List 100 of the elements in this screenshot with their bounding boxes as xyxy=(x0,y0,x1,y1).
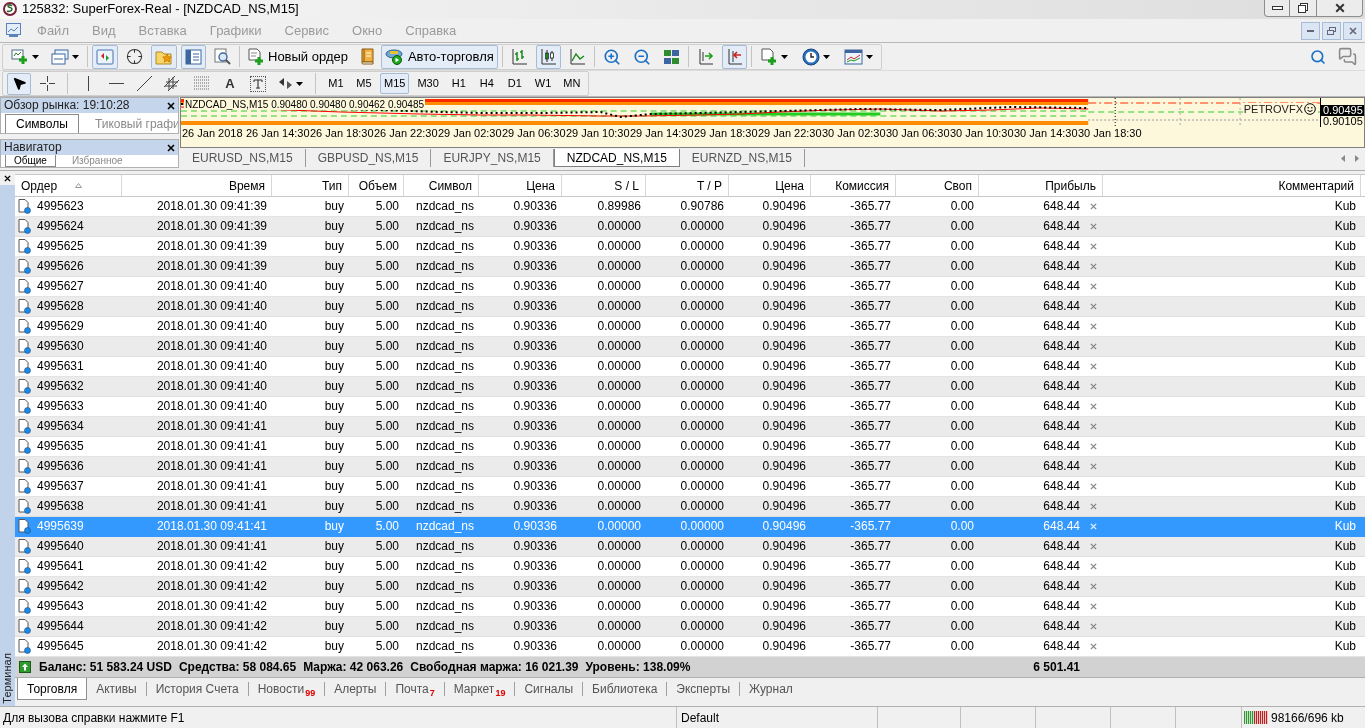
column-header[interactable]: Объем xyxy=(349,175,404,196)
table-row[interactable]: 4995629 2018.01.30 09:41:40 buy 5.00 nzdcad_ns 0.90336 0.00000 0.00000 0.90496 -365.77 0.00 648.44 Kub xyxy=(15,317,1365,337)
terminal-tab[interactable]: Торговля xyxy=(17,678,88,700)
close-order-button[interactable] xyxy=(1090,463,1097,470)
chart-tab[interactable]: GBPUSD_NS,M15 xyxy=(305,149,432,167)
scroll-left-button[interactable] xyxy=(1341,154,1345,162)
column-header[interactable]: Комиссия xyxy=(811,175,896,196)
close-order-button[interactable] xyxy=(1090,603,1097,610)
table-row[interactable]: 4995642 2018.01.30 09:41:42 buy 5.00 nzdcad_ns 0.90336 0.00000 0.00000 0.90496 -365.77 0.00 648.44 Kub xyxy=(15,577,1365,597)
timeframe-button[interactable]: H1 xyxy=(446,73,471,94)
table-row[interactable]: 4995630 2018.01.30 09:41:40 buy 5.00 nzdcad_ns 0.90336 0.00000 0.00000 0.90496 -365.77 0.00 648.44 Kub xyxy=(15,337,1365,357)
terminal-tab[interactable]: История Счета xyxy=(146,678,248,700)
timeframe-button[interactable]: MN xyxy=(559,73,585,94)
chart-tab[interactable]: EURNZD_NS,M15 xyxy=(679,149,805,167)
table-row[interactable]: 4995635 2018.01.30 09:41:41 buy 5.00 nzdcad_ns 0.90336 0.00000 0.00000 0.90496 -365.77 0.00 648.44 Kub xyxy=(15,437,1365,457)
terminal-tab[interactable]: Алерты xyxy=(325,678,386,700)
close-order-button[interactable] xyxy=(1090,263,1097,270)
column-header[interactable]: T / P xyxy=(646,175,729,196)
table-row[interactable]: 4995640 2018.01.30 09:41:41 buy 5.00 nzdcad_ns 0.90336 0.00000 0.00000 0.90496 -365.77 0.00 648.44 Kub xyxy=(15,537,1365,557)
column-header[interactable]: Своп xyxy=(896,175,979,196)
column-header[interactable]: Цена xyxy=(479,175,562,196)
search-button[interactable] xyxy=(1310,48,1326,65)
close-order-button[interactable] xyxy=(1090,363,1097,370)
table-row[interactable]: 4995643 2018.01.30 09:41:42 buy 5.00 nzdcad_ns 0.90336 0.00000 0.00000 0.90496 -365.77 0.00 648.44 Kub xyxy=(15,597,1365,617)
close-button[interactable] xyxy=(167,143,175,152)
timeframe-button[interactable]: M15 xyxy=(380,73,410,94)
table-row[interactable]: 4995627 2018.01.30 09:41:40 buy 5.00 nzdcad_ns 0.90336 0.00000 0.00000 0.90496 -365.77 0.00 648.44 Kub xyxy=(15,277,1365,297)
minimize-button[interactable] xyxy=(1264,0,1290,17)
table-row[interactable]: 4995644 2018.01.30 09:41:42 buy 5.00 nzdcad_ns 0.90336 0.00000 0.00000 0.90496 -365.77 0.00 648.44 Kub xyxy=(15,617,1365,637)
panel-tab[interactable]: Тиковый графи xyxy=(84,114,178,133)
table-row[interactable]: 4995632 2018.01.30 09:41:40 buy 5.00 nzdcad_ns 0.90336 0.00000 0.00000 0.90496 -365.77 0.00 648.44 Kub xyxy=(15,377,1365,397)
child-minimize-button[interactable] xyxy=(1301,21,1320,40)
close-order-button[interactable] xyxy=(1090,483,1097,490)
panel-toggle-button[interactable] xyxy=(151,44,177,69)
timeframe-button[interactable]: D1 xyxy=(502,73,527,94)
close-order-button[interactable] xyxy=(1090,503,1097,510)
chart-tab[interactable]: EURJPY_NS,M15 xyxy=(431,149,554,167)
close-button[interactable] xyxy=(167,101,175,110)
terminal-tab[interactable]: Активы xyxy=(87,678,146,700)
table-row[interactable]: 4995634 2018.01.30 09:41:41 buy 5.00 nzdcad_ns 0.90336 0.00000 0.00000 0.90496 -365.77 0.00 648.44 Kub xyxy=(15,417,1365,437)
panel-toggle-button[interactable] xyxy=(181,44,206,69)
table-row[interactable]: 4995641 2018.01.30 09:41:42 buy 5.00 nzdcad_ns 0.90336 0.00000 0.00000 0.90496 -365.77 0.00 648.44 Kub xyxy=(15,557,1365,577)
close-order-button[interactable] xyxy=(1090,343,1097,350)
column-header[interactable]: Прибыль xyxy=(979,175,1103,196)
drawing-tool-button[interactable] xyxy=(7,72,31,95)
child-close-button[interactable] xyxy=(1343,21,1362,40)
table-row[interactable]: 4995637 2018.01.30 09:41:41 buy 5.00 nzdcad_ns 0.90336 0.00000 0.00000 0.90496 -365.77 0.00 648.44 Kub xyxy=(15,477,1365,497)
close-order-button[interactable] xyxy=(1090,583,1097,590)
timeframe-button[interactable]: W1 xyxy=(530,73,556,94)
close-order-button[interactable] xyxy=(1090,423,1097,430)
chart-type-button[interactable] xyxy=(535,44,561,69)
close-order-button[interactable] xyxy=(1090,203,1097,210)
timeframe-button[interactable]: H4 xyxy=(474,73,499,94)
close-order-button[interactable] xyxy=(1090,563,1097,570)
close-order-button[interactable] xyxy=(1090,643,1097,650)
panel-tab[interactable]: Избранное xyxy=(63,155,131,167)
chart-shift-button[interactable] xyxy=(721,44,747,69)
close-order-button[interactable] xyxy=(1090,623,1097,630)
terminal-tab[interactable]: Сигналы xyxy=(515,678,583,700)
timeframe-button[interactable]: M30 xyxy=(413,73,443,94)
panel-tab[interactable]: Символы xyxy=(5,114,79,133)
table-row[interactable]: 4995631 2018.01.30 09:41:40 buy 5.00 nzdcad_ns 0.90336 0.00000 0.00000 0.90496 -365.77 0.00 648.44 Kub xyxy=(15,357,1365,377)
table-row[interactable]: 4995626 2018.01.30 09:41:39 buy 5.00 nzdcad_ns 0.90336 0.00000 0.00000 0.90496 -365.77 0.00 648.44 Kub xyxy=(15,257,1365,277)
auto-trading-button[interactable]: Авто-торговля xyxy=(380,44,498,69)
close-order-button[interactable] xyxy=(1090,223,1097,230)
close-order-button[interactable] xyxy=(1090,403,1097,410)
child-restore-button[interactable] xyxy=(1322,21,1341,40)
text-tool-button[interactable]: A xyxy=(218,72,242,95)
terminal-tab[interactable]: Эксперты xyxy=(667,678,740,700)
table-row[interactable]: 4995623 2018.01.30 09:41:39 buy 5.00 nzdcad_ns 0.90336 0.89986 0.90786 0.90496 -365.77 0.00 648.44 Kub xyxy=(15,197,1365,217)
restore-button[interactable] xyxy=(1290,0,1316,17)
new-order-button[interactable]: Новый ордер xyxy=(244,44,351,69)
terminal-tab[interactable]: Журнал xyxy=(740,678,802,700)
chart-tab[interactable]: EURUSD_NS,M15 xyxy=(180,149,306,167)
close-order-button[interactable] xyxy=(1090,283,1097,290)
table-row[interactable]: 4995645 2018.01.30 09:41:42 buy 5.00 nzdcad_ns 0.90336 0.00000 0.00000 0.90496 -365.77 0.00 648.44 Kub xyxy=(15,637,1365,657)
column-header[interactable]: S / L xyxy=(562,175,646,196)
table-row[interactable]: 4995624 2018.01.30 09:41:39 buy 5.00 nzdcad_ns 0.90336 0.00000 0.00000 0.90496 -365.77 0.00 648.44 Kub xyxy=(15,217,1365,237)
chart-tab[interactable]: NZDCAD_NS,M15 xyxy=(553,149,680,167)
column-header[interactable]: Время xyxy=(122,175,272,196)
panel-toggle-button[interactable] xyxy=(92,44,118,69)
close-order-button[interactable] xyxy=(1090,543,1097,550)
close-order-button[interactable] xyxy=(1090,443,1097,450)
timeframe-button[interactable]: M5 xyxy=(352,73,376,94)
column-header[interactable]: Цена xyxy=(729,175,811,196)
close-button[interactable] xyxy=(1316,0,1363,17)
scroll-right-button[interactable] xyxy=(1355,154,1359,162)
table-row[interactable]: 4995636 2018.01.30 09:41:41 buy 5.00 nzdcad_ns 0.90336 0.00000 0.00000 0.90496 -365.77 0.00 648.44 Kub xyxy=(15,457,1365,477)
terminal-tab[interactable]: Библиотека xyxy=(583,678,667,700)
table-row[interactable]: 4995638 2018.01.30 09:41:41 buy 5.00 nzdcad_ns 0.90336 0.00000 0.00000 0.90496 -365.77 0.00 648.44 Kub xyxy=(15,497,1365,517)
timeframe-button[interactable]: M1 xyxy=(324,73,348,94)
table-row[interactable]: 4995625 2018.01.30 09:41:39 buy 5.00 nzdcad_ns 0.90336 0.00000 0.00000 0.90496 -365.77 0.00 648.44 Kub xyxy=(15,237,1365,257)
close-order-button[interactable] xyxy=(1090,383,1097,390)
close-order-button[interactable] xyxy=(1090,323,1097,330)
chat-button[interactable] xyxy=(1338,47,1357,66)
close-order-button[interactable] xyxy=(1090,303,1097,310)
table-row[interactable]: 4995633 2018.01.30 09:41:40 buy 5.00 nzdcad_ns 0.90336 0.00000 0.00000 0.90496 -365.77 0.00 648.44 Kub xyxy=(15,397,1365,417)
column-header[interactable]: Тип xyxy=(272,175,349,196)
column-header[interactable]: Символ xyxy=(404,175,479,196)
panel-tab[interactable]: Общие xyxy=(5,155,56,167)
